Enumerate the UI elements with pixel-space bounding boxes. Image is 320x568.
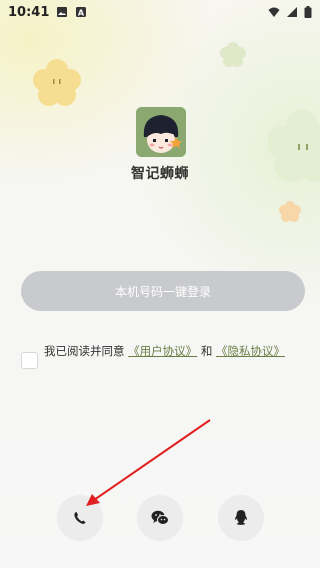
- annotation-arrow: [86, 419, 211, 506]
